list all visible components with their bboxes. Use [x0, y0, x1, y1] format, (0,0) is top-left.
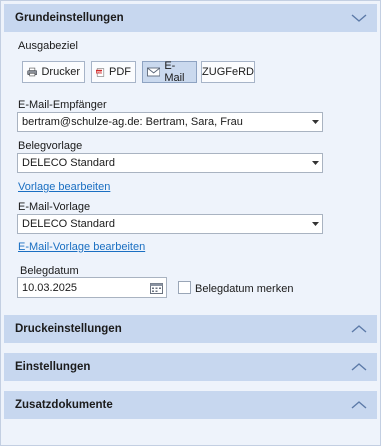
belegdatum-label: Belegdatum	[20, 265, 79, 277]
svg-text:PDF: PDF	[97, 69, 103, 73]
section-header-grundeinstellungen[interactable]: Grundeinstellungen	[4, 4, 377, 32]
belegvorlage-label: Belegvorlage	[18, 140, 83, 152]
ausgabeziel-label: Ausgabeziel	[18, 40, 78, 52]
dropdown-arrow-icon	[308, 113, 322, 131]
drucker-label: Drucker	[41, 66, 80, 78]
vorlage-bearbeiten-link[interactable]: Vorlage bearbeiten	[18, 181, 110, 193]
belegdatum-value: 10.03.2025	[22, 281, 78, 294]
belegdatum-merken-checkbox[interactable]	[178, 281, 191, 294]
belegdatum-merken-label: Belegdatum merken	[195, 283, 294, 295]
email-button[interactable]: E-Mail	[142, 60, 197, 84]
drucker-button[interactable]: Drucker	[22, 61, 85, 83]
email-empfaenger-label: E-Mail-Empfänger	[18, 99, 107, 111]
zugferd-button[interactable]: ZUGFeRD	[201, 61, 255, 83]
zugferd-label: ZUGFeRD	[202, 66, 254, 78]
email-empfaenger-select[interactable]: bertram@schulze-ag.de: Bertram, Sara, Fr…	[17, 112, 323, 132]
email-vorlage-bearbeiten-link[interactable]: E-Mail-Vorlage bearbeiten	[18, 241, 145, 253]
dropdown-arrow-icon	[308, 154, 322, 172]
pdf-icon: PDF	[96, 67, 105, 77]
section-title: Zusatzdokumente	[15, 399, 113, 411]
email-vorlage-label: E-Mail-Vorlage	[18, 201, 91, 213]
belegdatum-input[interactable]: 10.03.2025	[17, 277, 167, 298]
dropdown-arrow-icon	[308, 215, 322, 233]
printer-icon	[27, 67, 38, 77]
email-label: E-Mail	[164, 60, 185, 84]
section-title: Druckeinstellungen	[15, 323, 122, 335]
email-vorlage-select[interactable]: DELECO Standard	[17, 214, 323, 234]
email-vorlage-value: DELECO Standard	[22, 218, 115, 230]
section-title: Einstellungen	[15, 361, 91, 373]
output-panel: Grundeinstellungen Ausgabeziel Drucker P…	[0, 0, 381, 446]
section-header-zusatzdokumente[interactable]: Zusatzdokumente	[4, 391, 377, 419]
section-header-einstellungen[interactable]: Einstellungen	[4, 353, 377, 381]
chevron-up-icon	[351, 325, 367, 333]
envelope-icon	[147, 67, 161, 77]
belegvorlage-value: DELECO Standard	[22, 157, 115, 169]
pdf-button[interactable]: PDF PDF	[91, 61, 136, 83]
calendar-icon[interactable]	[146, 278, 166, 297]
pdf-label: PDF	[109, 66, 131, 78]
section-title: Grundeinstellungen	[15, 12, 124, 24]
email-empfaenger-value: bertram@schulze-ag.de: Bertram, Sara, Fr…	[22, 116, 243, 128]
section-header-druckeinstellungen[interactable]: Druckeinstellungen	[4, 315, 377, 343]
chevron-down-icon	[351, 14, 367, 22]
belegvorlage-select[interactable]: DELECO Standard	[17, 153, 323, 173]
chevron-up-icon	[351, 363, 367, 371]
chevron-up-icon	[351, 401, 367, 409]
